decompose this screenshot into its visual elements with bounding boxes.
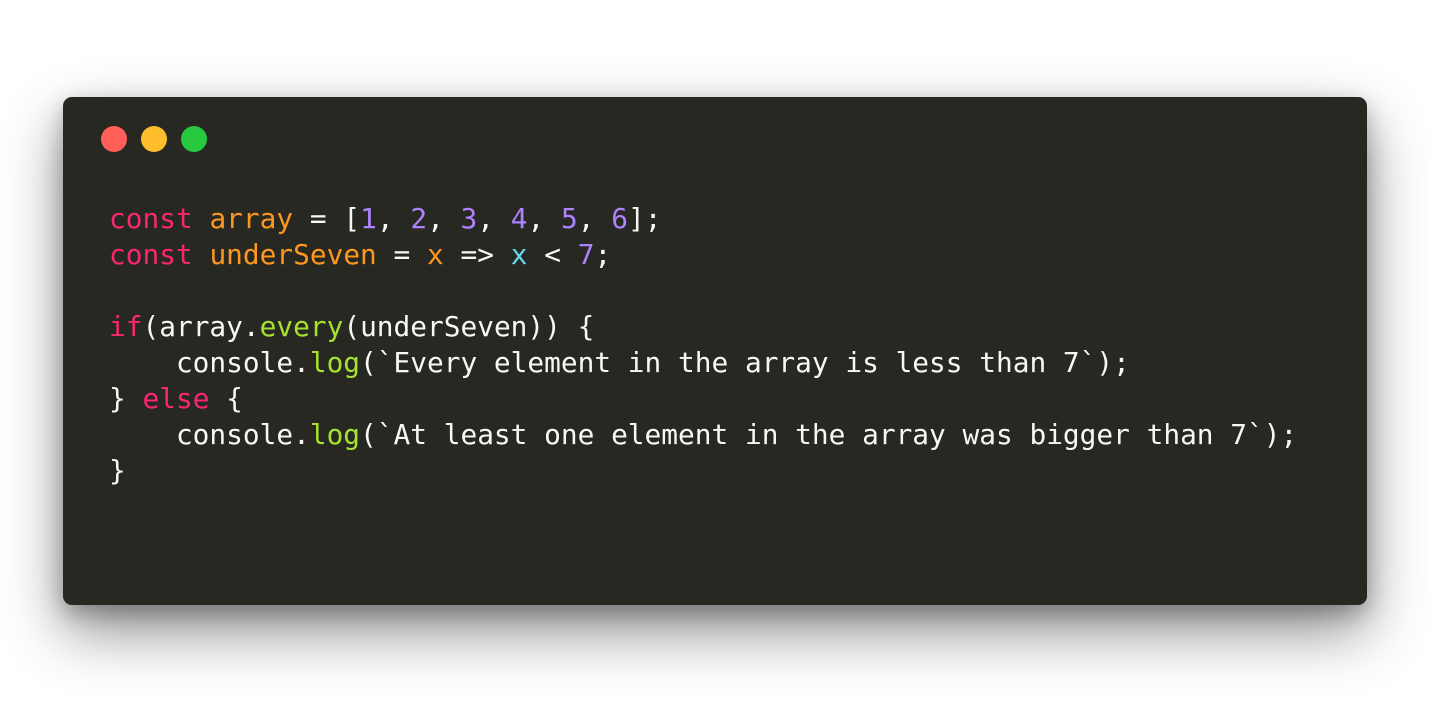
code-window: const array = [1, 2, 3, 4, 5, 6]; const u…: [63, 97, 1367, 605]
code-token-function: every: [259, 310, 344, 343]
code-token-identifier: array: [209, 202, 294, 235]
code-token-plain: console.: [109, 418, 310, 451]
code-token-plain: ,: [376, 202, 411, 235]
code-token-number: 3: [460, 202, 478, 235]
code-line: } else {: [109, 381, 1297, 417]
code-token-plain: {: [209, 382, 243, 415]
close-button[interactable]: [101, 126, 127, 152]
code-token-plain: console.: [109, 346, 310, 379]
code-token-plain: ,: [577, 202, 612, 235]
maximize-button[interactable]: [181, 126, 207, 152]
code-token-plain: }: [109, 382, 143, 415]
code-token-plain: (underSeven)) {: [343, 310, 595, 343]
code-token-plain: (`Every element in the array is less tha…: [360, 346, 1130, 379]
window-controls: [101, 126, 207, 152]
code-token-function: log: [309, 346, 361, 379]
code-token-plain: =>: [443, 238, 511, 271]
code-token-plain: <: [527, 238, 578, 271]
code-token-number: 2: [410, 202, 428, 235]
code-token-parameter: x: [510, 238, 528, 271]
code-token-keyword: const: [109, 238, 193, 271]
code-line: console.log(`At least one element in the…: [109, 417, 1297, 453]
code-token-plain: = [: [293, 202, 361, 235]
code-line: const array = [1, 2, 3, 4, 5, 6];: [109, 201, 1297, 237]
code-token-number: 6: [611, 202, 628, 235]
code-line: }: [109, 453, 1297, 489]
code-token-plain: }: [109, 454, 126, 487]
code-token-keyword: if: [109, 310, 143, 343]
code-token-plain: ,: [427, 202, 461, 235]
code-line: console.log(`Every element in the array …: [109, 345, 1297, 381]
code-token-keyword: const: [109, 202, 193, 235]
code-token-identifier: underSeven: [209, 238, 377, 271]
code-token-plain: =: [376, 238, 428, 271]
code-token-plain: (`At least one element in the array was …: [360, 418, 1298, 451]
code-token-function: log: [309, 418, 361, 451]
minimize-button[interactable]: [141, 126, 167, 152]
code-token-keyword: else: [142, 382, 210, 415]
code-token-number: 5: [561, 202, 578, 235]
code-token-plain: ;: [594, 238, 612, 271]
code-token-identifier: x: [427, 238, 444, 271]
code-token-plain: ];: [628, 202, 662, 235]
code-line: const underSeven = x => x < 7;: [109, 237, 1297, 273]
code-token-number: 4: [510, 202, 528, 235]
code-token-number: 7: [577, 238, 595, 271]
code-token-number: 1: [360, 202, 377, 235]
code-block: const array = [1, 2, 3, 4, 5, 6]; const u…: [109, 201, 1297, 489]
code-token-plain: (array.: [142, 310, 260, 343]
code-token-plain: ,: [527, 202, 562, 235]
code-token-plain: ,: [477, 202, 511, 235]
code-line: if(array.every(underSeven)) {: [109, 309, 1297, 345]
